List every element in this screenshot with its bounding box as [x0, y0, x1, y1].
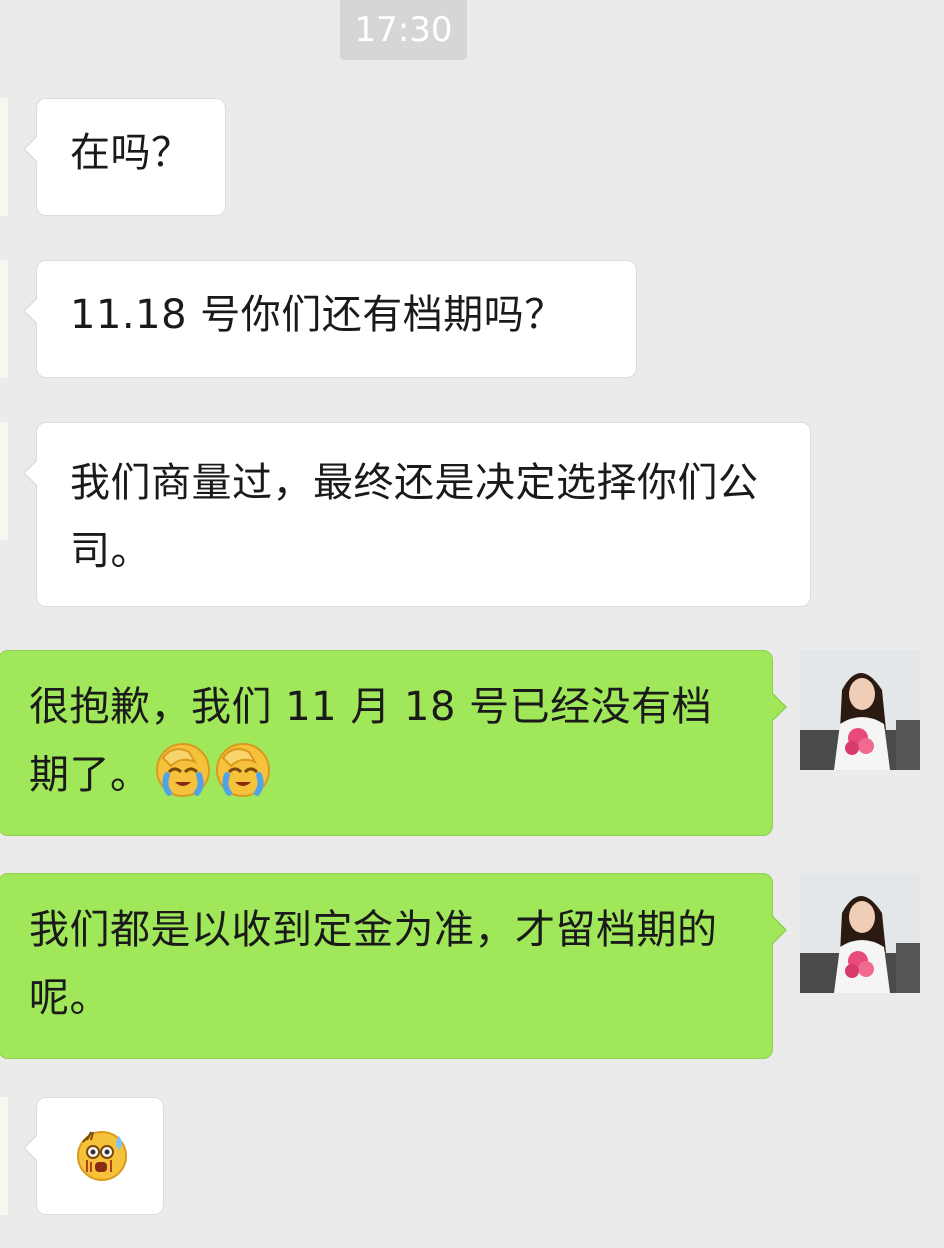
contact-avatar-edge	[0, 422, 8, 540]
message-text: 很抱歉，我们 11 月 18 号已经没有档期了。	[29, 684, 713, 798]
message-bubble-incoming[interactable]: 在吗？	[23, 98, 226, 216]
facepalm-cry-emoji	[155, 742, 211, 819]
message-text: 我们商量过，最终还是决定选择你们公司。	[70, 460, 759, 574]
user-avatar[interactable]	[800, 873, 920, 993]
contact-avatar-edge	[0, 260, 8, 378]
message-text: 11.18 号你们还有档期吗？	[70, 292, 565, 338]
contact-avatar-edge	[0, 1097, 8, 1215]
facepalm-cry-emoji	[215, 742, 271, 819]
contact-avatar-edge	[0, 98, 8, 216]
message-text: 我们都是以收到定金为准，才留档期的呢。	[29, 907, 718, 1021]
message-bubble-incoming[interactable]	[23, 1097, 164, 1215]
chat-timestamp: 17:30	[340, 0, 467, 60]
message-text: 在吗？	[70, 130, 192, 176]
message-bubble-incoming[interactable]: 11.18 号你们还有档期吗？	[23, 260, 637, 378]
user-avatar[interactable]	[800, 650, 920, 770]
message-bubble-outgoing[interactable]: 很抱歉，我们 11 月 18 号已经没有档期了。	[0, 650, 787, 836]
message-bubble-incoming[interactable]: 我们商量过，最终还是决定选择你们公司。	[23, 422, 811, 607]
message-bubble-outgoing[interactable]: 我们都是以收到定金为准，才留档期的呢。	[0, 873, 787, 1059]
shocked-sweat-emoji	[75, 1131, 129, 1192]
